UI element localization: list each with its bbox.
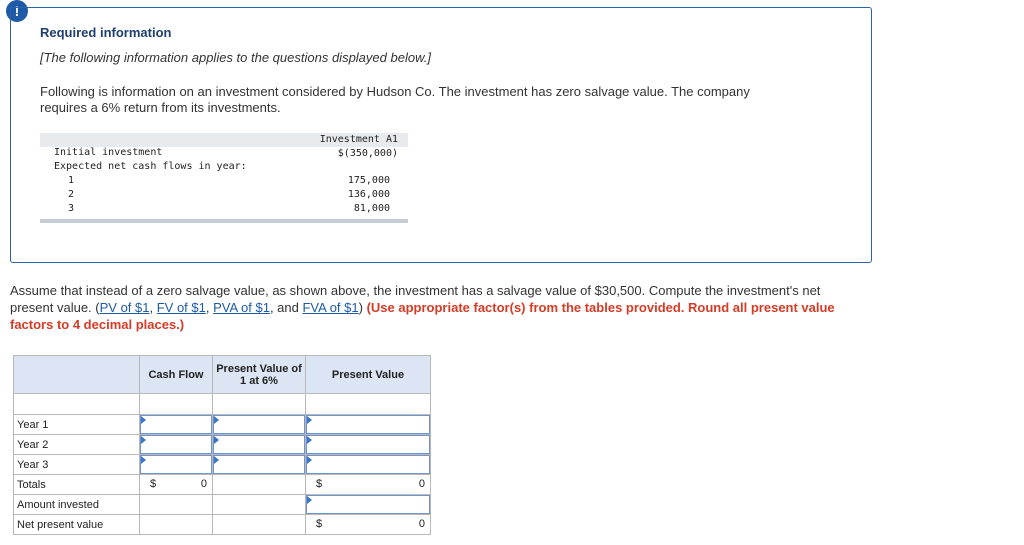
present-value-header: Present Value — [305, 355, 431, 394]
cash-flow-year: 2 — [68, 189, 75, 200]
year-1-cash-flow-input[interactable] — [139, 414, 213, 435]
cash-flows-label-row: Expected net cash flows in year: — [40, 161, 408, 175]
pv-factor-header: Present Value of 1 at 6% — [212, 355, 306, 394]
blank-cell — [212, 393, 306, 415]
required-info-title: Required information — [40, 25, 172, 40]
spacer-cell — [13, 393, 140, 415]
totals-cash-flow: $ 0 — [139, 474, 213, 495]
dollar-sign: $ — [316, 518, 323, 530]
npv-label: Net present value — [13, 514, 140, 535]
totals-present-value: $ 0 — [305, 474, 431, 495]
blank-cell — [139, 393, 213, 415]
pva-of-1-link[interactable]: PVA of $1 — [213, 300, 270, 315]
year-3-cash-flow-input[interactable] — [139, 454, 213, 475]
year-2-cash-flow-input[interactable] — [139, 434, 213, 455]
cash-flow-value: 175,000 — [347, 175, 390, 186]
blank-cell — [212, 514, 306, 535]
blank-cell — [139, 514, 213, 535]
year-3-pv-factor-input[interactable] — [212, 454, 306, 475]
initial-investment-row: Initial investment $(350,000) — [40, 147, 408, 161]
required-info-subtitle: [The following information applies to th… — [40, 50, 431, 65]
cash-flow-row: 3 81,000 — [40, 203, 408, 217]
cash-flow-year: 1 — [68, 175, 75, 186]
separator: , and — [269, 300, 303, 315]
totals-present-value-value: 0 — [418, 478, 425, 490]
blank-cell — [139, 494, 213, 515]
totals-cash-flow-value: 0 — [200, 478, 207, 490]
cash-flow-header: Cash Flow — [139, 355, 213, 394]
dollar-sign: $ — [316, 478, 323, 490]
cash-flow-year: 3 — [68, 203, 75, 214]
blank-cell — [305, 393, 431, 415]
fva-of-1-link[interactable]: FVA of $1 — [302, 300, 358, 315]
amount-invested-label: Amount invested — [13, 494, 140, 515]
npv-calculation-table: Cash Flow Present Value of 1 at 6% Prese… — [13, 355, 431, 535]
year-2-label: Year 2 — [13, 434, 140, 455]
separator: , — [149, 300, 157, 315]
year-2-pv-factor-input[interactable] — [212, 434, 306, 455]
initial-investment-label: Initial investment — [54, 147, 163, 158]
year-1-pv-factor-input[interactable] — [212, 414, 306, 435]
blank-header-cell — [13, 355, 140, 394]
data-table-header-row: Investment A1 — [40, 133, 408, 147]
initial-investment-value: $(350,000) — [337, 148, 398, 159]
amount-invested-input[interactable] — [305, 494, 431, 515]
year-3-present-value-input[interactable] — [305, 454, 431, 475]
cash-flow-row: 1 175,000 — [40, 175, 408, 189]
year-1-label: Year 1 — [13, 414, 140, 435]
totals-label: Totals — [13, 474, 140, 495]
fv-of-1-link[interactable]: FV of $1 — [157, 300, 206, 315]
cash-flow-value: 136,000 — [347, 189, 390, 200]
year-2-present-value-input[interactable] — [305, 434, 431, 455]
cash-flow-value: 81,000 — [353, 203, 390, 214]
year-1-present-value-input[interactable] — [305, 414, 431, 435]
cash-flow-row: 2 136,000 — [40, 189, 408, 203]
separator: , — [205, 300, 214, 315]
npv-value-cell: $ 0 — [305, 514, 431, 535]
required-info-description: Following is information on an investmen… — [40, 84, 750, 115]
blank-cell — [212, 494, 306, 515]
pv-of-1-link[interactable]: PV of $1 — [100, 300, 150, 315]
dollar-sign: $ — [150, 478, 157, 490]
investment-header: Investment A1 — [319, 134, 398, 145]
blank-cell — [212, 474, 306, 495]
data-table-bottom-rule — [40, 219, 408, 223]
question-text: Assume that instead of a zero salvage va… — [10, 282, 860, 333]
cash-flows-label: Expected net cash flows in year: — [54, 161, 247, 172]
question-text-end: ) — [358, 300, 367, 315]
year-3-label: Year 3 — [13, 454, 140, 475]
investment-data-table: Investment A1 Initial investment $(350,0… — [40, 133, 408, 223]
npv-value: 0 — [418, 518, 425, 530]
